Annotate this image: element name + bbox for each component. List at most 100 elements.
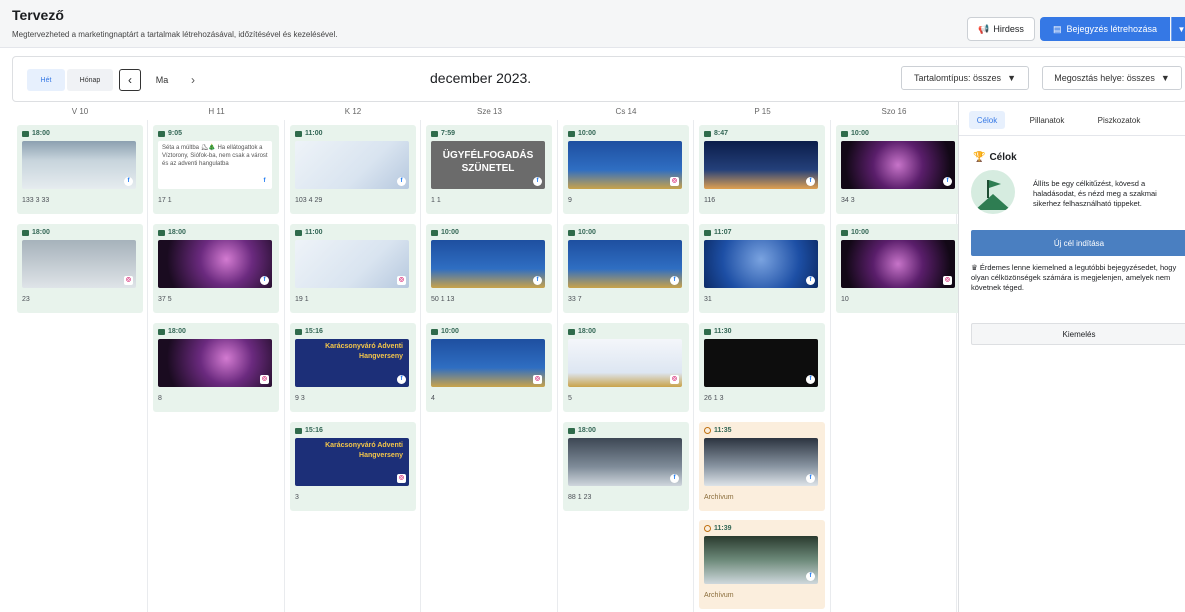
post-time: 18:00 — [22, 130, 50, 137]
placement-filter[interactable]: Megosztás helye: összes ▼ — [1042, 66, 1182, 90]
post-card[interactable]: 9:05 Séta a múltba ⛸🎄 Ha ellátogattok a V… — [153, 125, 279, 214]
goals-description: Állíts be egy célkitűzést, kövesd a hala… — [1033, 179, 1157, 208]
instagram-icon: ◎ — [260, 375, 269, 384]
highlight-button[interactable]: Kiemelés — [971, 323, 1185, 345]
post-time: 18:00 — [568, 328, 596, 335]
post-card[interactable]: 18:00 ◎ 23 — [17, 224, 143, 313]
post-card[interactable]: 18:00 f 88 1 23 — [563, 422, 689, 511]
thumbnail-text: Karácsonyváró Adventi Hangverseny — [325, 343, 403, 360]
boost-icon: ♛ — [971, 263, 978, 272]
highlight-tip: ♛ Érdemes lenne kiemelned a legutóbbi be… — [971, 263, 1181, 293]
month-title: december 2023. — [430, 70, 532, 86]
create-post-button[interactable]: ▤ Bejegyzés létrehozása — [1040, 17, 1170, 41]
post-icon — [158, 328, 165, 335]
post-card[interactable]: 11:35 f Archívum — [699, 422, 825, 511]
post-icon — [568, 130, 575, 137]
post-stats: 50 1 13 — [431, 296, 455, 303]
post-stats: 88 1 23 — [568, 494, 592, 501]
post-stats: 5 — [568, 395, 572, 402]
post-stats: 4 — [431, 395, 435, 402]
post-icon — [431, 229, 438, 236]
post-time: 18:00 — [158, 328, 186, 335]
view-week-button[interactable]: Hét — [27, 69, 65, 91]
post-time-text: 11:30 — [714, 328, 732, 335]
calendar-toolbar: Hét Hónap ‹ Ma › december 2023. Tartalom… — [12, 56, 1185, 102]
post-time-text: 11:07 — [714, 229, 732, 236]
chevron-right-icon: › — [191, 73, 195, 87]
tip-text: Érdemes lenne kiemelned a legutóbbi beje… — [971, 263, 1177, 292]
post-card[interactable]: 7:59 ÜGYFÉLFOGADÁS SZÜNETEL f 1 1 — [426, 125, 552, 214]
tab-moments[interactable]: Pillanatok — [1021, 111, 1073, 129]
instagram-icon: ◎ — [124, 276, 133, 285]
post-card[interactable]: 11:00 f 103 4 29 — [290, 125, 416, 214]
post-card[interactable]: 15:16 Karácsonyváró Adventi Hangverseny f 9… — [290, 323, 416, 412]
post-time-text: 18:00 — [168, 229, 186, 236]
post-thumbnail: ÜGYFÉLFOGADÁS SZÜNETEL f — [431, 141, 545, 189]
page-subtitle: Megtervezheted a marketingnaptárt a tart… — [12, 30, 338, 39]
post-card[interactable]: 18:00 f 133 3 33 — [17, 125, 143, 214]
post-time: 11:39 — [704, 525, 732, 532]
instagram-icon: ◎ — [533, 375, 542, 384]
instagram-icon: ◎ — [943, 276, 952, 285]
post-stats: 19 1 — [295, 296, 309, 303]
post-stats: 10 — [841, 296, 849, 303]
post-card[interactable]: 10:00 f 33 7 — [563, 224, 689, 313]
new-goal-button[interactable]: Új cél indítása — [971, 230, 1185, 256]
content-type-filter[interactable]: Tartalomtípus: összes ▼ — [901, 66, 1029, 90]
post-card[interactable]: 18:00 f 37 5 — [153, 224, 279, 313]
post-time: 10:00 — [841, 130, 869, 137]
day-header: Szo 16 — [881, 107, 907, 116]
post-icon: ▤ — [1052, 23, 1062, 34]
post-thumbnail: ◎ — [22, 240, 136, 288]
page-title: Tervező — [12, 7, 64, 23]
post-thumbnail: Séta a múltba ⛸🎄 Ha ellátogattok a Vízto… — [158, 141, 272, 189]
post-time-text: 10:00 — [578, 130, 596, 137]
post-time: 11:30 — [704, 328, 732, 335]
post-card[interactable]: 10:00 ◎ 9 — [563, 125, 689, 214]
promote-button[interactable]: 📢 Hirdess — [967, 17, 1035, 41]
post-time-text: 18:00 — [32, 130, 50, 137]
post-card[interactable]: 18:00 ◎ 5 — [563, 323, 689, 412]
post-time: 10:00 — [841, 229, 869, 236]
post-icon — [22, 130, 29, 137]
post-card[interactable]: 10:00 ◎ 10 — [836, 224, 962, 313]
post-thumbnail: ◎ — [295, 240, 409, 288]
create-post-label: Bejegyzés létrehozása — [1066, 24, 1158, 34]
create-dropdown-button[interactable]: ▼ — [1171, 17, 1185, 41]
post-card[interactable]: 18:00 ◎ 8 — [153, 323, 279, 412]
post-card[interactable]: 11:30 f 26 1 3 — [699, 323, 825, 412]
post-thumbnail: f — [704, 438, 818, 486]
caret-down-icon: ▼ — [1007, 73, 1016, 83]
post-time: 10:00 — [431, 229, 459, 236]
post-time-text: 18:00 — [578, 427, 596, 434]
tab-goals[interactable]: Célok — [969, 111, 1005, 129]
sidebar: Célok Pillanatok Piszkozatok 🏆 Célok Áll… — [958, 102, 1185, 612]
today-button[interactable]: Ma — [151, 69, 173, 91]
post-icon — [841, 130, 848, 137]
promote-label: Hirdess — [993, 24, 1024, 34]
post-card[interactable]: 10:00 f 34 3 — [836, 125, 962, 214]
post-card[interactable]: 10:00 f 50 1 13 — [426, 224, 552, 313]
post-time: 8:47 — [704, 130, 728, 137]
archive-label: Archívum — [704, 592, 734, 599]
tab-drafts[interactable]: Piszkozatok — [1089, 111, 1149, 129]
post-thumbnail: f — [704, 141, 818, 189]
post-card[interactable]: 10:00 ◎ 4 — [426, 323, 552, 412]
trophy-icon: 🏆 — [973, 152, 986, 163]
post-stats: 9 3 — [295, 395, 305, 402]
clock-icon — [704, 427, 711, 434]
instagram-icon: ◎ — [670, 177, 679, 186]
prev-button[interactable]: ‹ — [119, 69, 141, 91]
post-icon — [431, 328, 438, 335]
post-time-text: 7:59 — [441, 130, 456, 137]
post-time-text: 11:00 — [305, 229, 323, 236]
next-button[interactable]: › — [183, 69, 203, 91]
post-card[interactable]: 8:47 f 116 — [699, 125, 825, 214]
post-card[interactable]: 11:39 f Archívum — [699, 520, 825, 609]
megaphone-icon: 📢 — [978, 23, 990, 34]
view-month-button[interactable]: Hónap — [67, 69, 113, 91]
goals-heading: 🏆 Célok — [973, 152, 1017, 163]
post-card[interactable]: 11:00 ◎ 19 1 — [290, 224, 416, 313]
post-card[interactable]: 11:07 f 31 — [699, 224, 825, 313]
post-card[interactable]: 15:16 Karácsonyváró Adventi Hangverseny ◎ 3 — [290, 422, 416, 511]
